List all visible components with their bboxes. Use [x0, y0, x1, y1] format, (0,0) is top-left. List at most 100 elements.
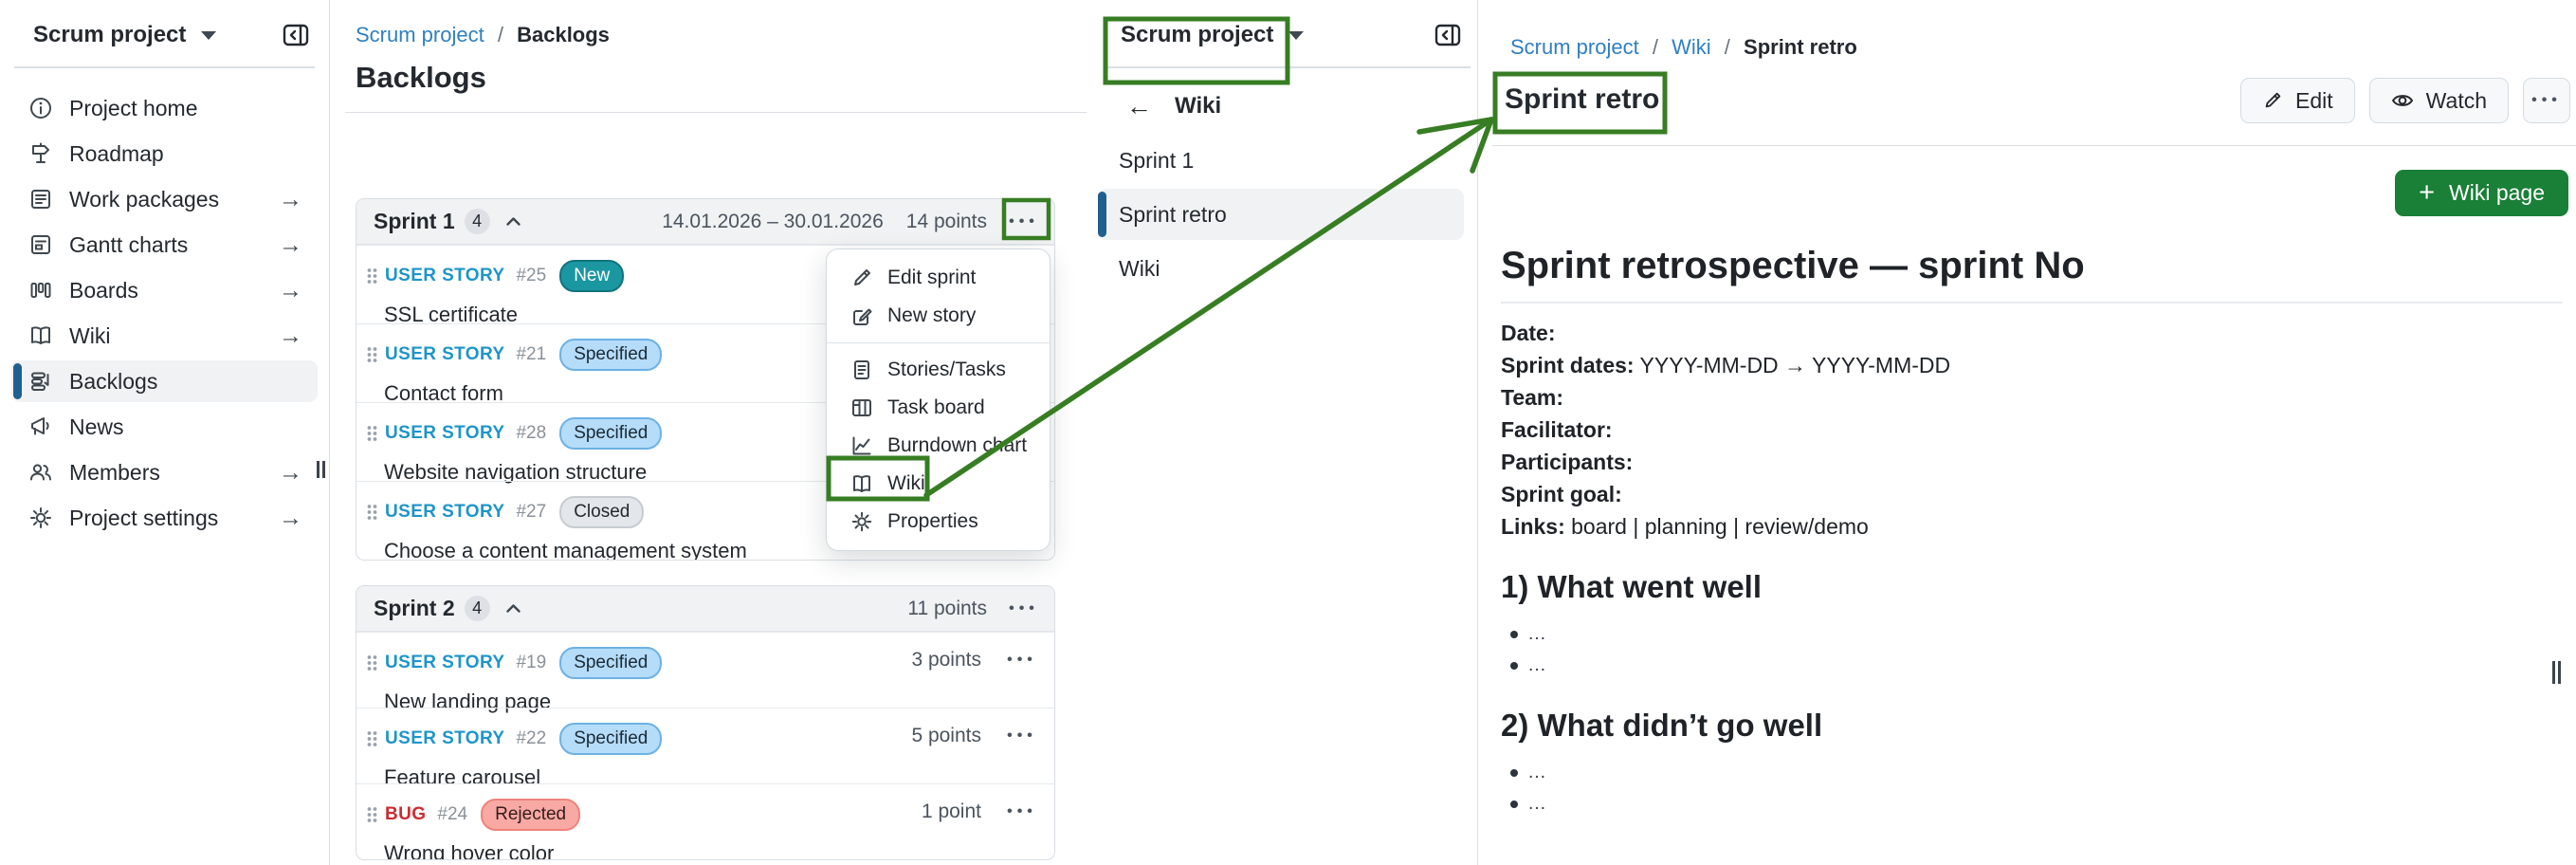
collapse-sidebar-button[interactable]: [1434, 21, 1462, 49]
story-row[interactable]: USER STORY #19 Specified New landing pag…: [356, 632, 1054, 708]
sidebar-item-project-home[interactable]: Project home: [11, 87, 318, 129]
sprint-1-menu-button[interactable]: •••: [1004, 205, 1044, 239]
context-menu-label: New story: [887, 304, 976, 327]
breadcrumb-link-project[interactable]: Scrum project: [1510, 35, 1639, 59]
watch-button[interactable]: Watch: [2369, 78, 2509, 123]
story-menu-button[interactable]: •••: [1002, 652, 1042, 669]
context-menu-label: Stories/Tasks: [887, 359, 1006, 381]
work-package-id: #27: [516, 502, 546, 523]
sprint-1-header: Sprint 1 4 14.01.2026 – 30.01.2026 14 po…: [356, 199, 1054, 245]
arrow-right-icon: →: [279, 231, 302, 259]
ellipsis-icon: •••: [2531, 92, 2562, 109]
drag-handle-icon[interactable]: [366, 424, 377, 443]
sidebar-item-backlogs[interactable]: Backlogs: [11, 360, 318, 402]
drag-handle-icon[interactable]: [366, 267, 377, 285]
drag-handle-icon[interactable]: [366, 729, 377, 748]
story-menu-button[interactable]: •••: [1002, 803, 1042, 820]
context-menu-burndown-chart[interactable]: Burndown chart: [827, 427, 1050, 465]
wiki-page-item-sprint-1[interactable]: Sprint 1: [1098, 135, 1464, 186]
collapse-sidebar-icon: [1434, 21, 1462, 49]
story-menu-button[interactable]: •••: [1002, 727, 1042, 745]
add-wiki-page-button[interactable]: + Wiki page: [2395, 170, 2568, 216]
sidebar-item-boards[interactable]: Boards →: [11, 269, 318, 311]
field-sprint-goal: Sprint goal:: [1501, 478, 2563, 510]
context-menu-stories-tasks[interactable]: Stories/Tasks: [827, 351, 1050, 389]
gear-icon: [850, 510, 873, 533]
sidebar-item-label: Project settings: [69, 506, 218, 531]
ellipsis-icon: •••: [1007, 727, 1037, 744]
work-package-type: USER STORY: [385, 728, 504, 749]
wiki-sidebar-project-selector[interactable]: Scrum project: [1088, 0, 1477, 53]
breadcrumb-link-wiki[interactable]: Wiki: [1672, 35, 1711, 59]
document-icon: [850, 359, 873, 381]
field-date: Date:: [1501, 317, 2563, 349]
arrow-right-icon: →: [279, 186, 302, 213]
edit-button[interactable]: Edit: [2240, 78, 2355, 123]
project-selector-label: Scrum project: [33, 22, 186, 48]
app-window: { "left_sidebar": { "project_selector": …: [0, 0, 2576, 865]
breadcrumb-link-project[interactable]: Scrum project: [356, 23, 484, 46]
wiki-page-item-label: Wiki: [1119, 256, 1160, 282]
wiki-page-item-sprint-retro[interactable]: Sprint retro: [1098, 189, 1464, 240]
sidebar-item-gantt-charts[interactable]: Gantt charts →: [11, 224, 318, 266]
bullet-item: …: [1501, 650, 2563, 681]
pencil-icon: [850, 267, 873, 289]
sprint-2-menu-button[interactable]: •••: [1004, 592, 1044, 626]
bullet-item: …: [1501, 618, 2563, 650]
collapse-sidebar-button[interactable]: [282, 21, 310, 49]
collapse-sprint-chevron-icon[interactable]: [505, 216, 521, 227]
context-menu-label: Wiki: [887, 472, 925, 495]
work-package-title: Wrong hover color: [384, 841, 1043, 860]
bullet-item: …: [1501, 757, 2563, 788]
wiki-page-item-wiki[interactable]: Wiki: [1098, 243, 1464, 294]
story-row[interactable]: BUG #24 Rejected Wrong hover color 1 poi…: [356, 783, 1054, 859]
more-actions-button[interactable]: •••: [2523, 78, 2570, 123]
context-menu-properties[interactable]: Properties: [827, 503, 1050, 541]
sidebar-item-roadmap[interactable]: Roadmap: [11, 133, 318, 175]
article-fields: Date: Sprint dates: YYYY-MM-DD → YYYY-MM…: [1501, 317, 2563, 543]
sidebar-item-members[interactable]: Members →: [11, 451, 318, 493]
sprint-item-count-badge: 4: [465, 596, 490, 621]
sidebar-item-news[interactable]: News: [11, 406, 318, 448]
drag-handle-icon[interactable]: [366, 653, 377, 672]
back-arrow-icon[interactable]: ←: [1126, 94, 1152, 120]
work-package-type: USER STORY: [385, 423, 504, 444]
sidebar-item-label: Roadmap: [69, 141, 164, 167]
drag-handle-icon[interactable]: [366, 345, 377, 364]
work-package-id: #24: [437, 804, 467, 825]
context-menu-label: Burndown chart: [887, 434, 1027, 457]
sidebar-resize-handle[interactable]: [317, 461, 325, 478]
project-selector[interactable]: Scrum project: [0, 0, 329, 53]
header-divider: [1492, 145, 2576, 146]
drag-handle-icon[interactable]: [366, 503, 377, 522]
sidebar-item-project-settings[interactable]: Project settings →: [11, 497, 318, 539]
board-icon: [850, 396, 873, 419]
sidebar-item-label: Work packages: [69, 187, 219, 212]
story-row[interactable]: USER STORY #22 Specified Feature carouse…: [356, 708, 1054, 783]
sidebar-item-label: Boards: [69, 278, 138, 304]
context-menu-new-story[interactable]: New story: [827, 297, 1050, 335]
work-package-type: USER STORY: [385, 344, 504, 365]
ellipsis-icon: •••: [1009, 213, 1039, 230]
article-heading-divider: [1501, 302, 2563, 304]
sidebar-item-label: Project home: [69, 96, 198, 121]
sidebar-item-work-packages[interactable]: Work packages →: [11, 178, 318, 220]
context-menu-label: Task board: [887, 396, 985, 419]
sidebar-item-label: Gantt charts: [69, 232, 188, 258]
wiki-page-title: Sprint retro: [1505, 83, 1659, 116]
drag-handle-icon[interactable]: [366, 805, 377, 824]
section-heading-went-well: 1) What went well: [1501, 567, 2563, 607]
article-heading: Sprint retrospective — sprint No: [1501, 243, 2563, 288]
wiki-page-list: Sprint 1 Sprint retro Wiki: [1088, 135, 1477, 294]
caret-down-icon: [201, 31, 216, 40]
sidebar-item-wiki[interactable]: Wiki →: [11, 315, 318, 357]
context-menu-edit-sprint[interactable]: Edit sprint: [827, 259, 1050, 297]
sprint-name: Sprint 1: [374, 209, 455, 234]
context-menu-task-board[interactable]: Task board: [827, 389, 1050, 427]
context-menu-wiki-item[interactable]: Wiki: [827, 465, 1050, 503]
sidebar-item-label: Wiki: [69, 323, 110, 349]
arrow-right-icon: →: [279, 322, 302, 350]
pencil-square-icon: [850, 304, 873, 327]
collapse-sprint-chevron-icon[interactable]: [505, 603, 521, 614]
context-menu-label: Edit sprint: [887, 267, 976, 289]
